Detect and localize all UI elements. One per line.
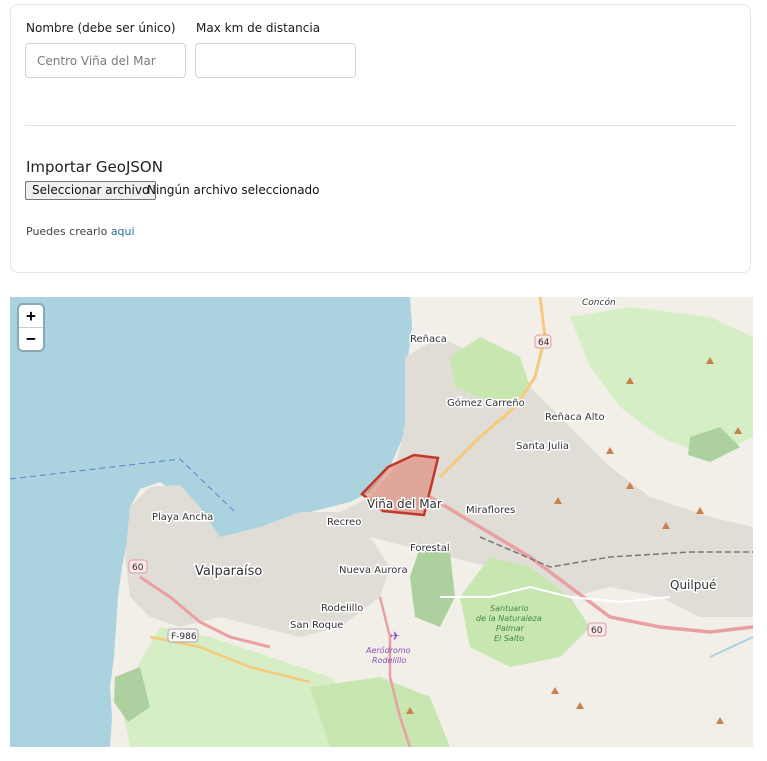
label-santuario-2: de la Naturaleza <box>476 614 542 623</box>
zoom-in-button[interactable]: + <box>19 305 43 327</box>
import-geojson-title: Importar GeoJSON <box>26 158 163 176</box>
label-recreo: Recreo <box>327 517 361 528</box>
airport-icon: ✈ <box>390 629 400 643</box>
label-san-roque: San Roque <box>290 620 343 631</box>
create-link[interactable]: aqui <box>111 225 135 238</box>
label-route-64: 64 <box>538 338 550 348</box>
label-rodelillo: Rodelillo <box>321 603 363 614</box>
name-label: Nombre (debe ser único) <box>26 21 176 35</box>
label-quilpue: Quilpué <box>670 578 716 592</box>
map-tiles[interactable]: Concón Reñaca 64 Gómez Carreño Reñaca Al… <box>10 297 753 747</box>
zoom-control: + − <box>19 305 43 350</box>
name-input[interactable] <box>25 43 186 78</box>
zone-form-card: Nombre (debe ser único) Max km de distan… <box>10 4 751 273</box>
label-concon: Concón <box>582 297 616 308</box>
label-santuario-4: El Salto <box>494 634 524 643</box>
distance-label: Max km de distancia <box>196 21 321 35</box>
map-view[interactable]: Concón Reñaca 64 Gómez Carreño Reñaca Al… <box>10 297 753 747</box>
label-aerodromo-2: Rodelillo <box>372 656 406 665</box>
label-route-60-west: 60 <box>132 563 144 573</box>
label-aerodromo-1: Aeródromo <box>365 645 411 655</box>
label-renaca-alto: Reñaca Alto <box>545 412 605 423</box>
label-renaca: Reñaca <box>410 334 447 345</box>
select-file-button[interactable]: Seleccionar archivo <box>25 181 157 200</box>
label-forestal: Forestal <box>410 543 450 554</box>
label-playa-ancha: Playa Ancha <box>152 512 213 523</box>
label-santa-julia: Santa Julia <box>516 441 569 452</box>
distance-input[interactable] <box>195 43 356 78</box>
divider <box>25 125 737 126</box>
create-hint: Puedes crearlo aqui <box>26 225 135 238</box>
label-nueva-aurora: Nueva Aurora <box>339 565 408 576</box>
zoom-out-button[interactable]: − <box>19 327 43 350</box>
label-santuario-1: Santuario <box>490 604 529 613</box>
label-valparaiso: Valparaíso <box>195 564 262 579</box>
label-gomez-carreno: Gómez Carreño <box>447 397 525 409</box>
file-status-text: Ningún archivo seleccionado <box>147 183 320 197</box>
label-route-60-east: 60 <box>591 626 603 636</box>
label-f986: F-986 <box>171 632 197 642</box>
label-santuario-3: Palmar <box>496 624 525 633</box>
label-vina-del-mar: Viña del Mar <box>367 497 442 511</box>
label-miraflores: Miraflores <box>466 505 515 516</box>
create-hint-text: Puedes crearlo <box>26 225 108 238</box>
